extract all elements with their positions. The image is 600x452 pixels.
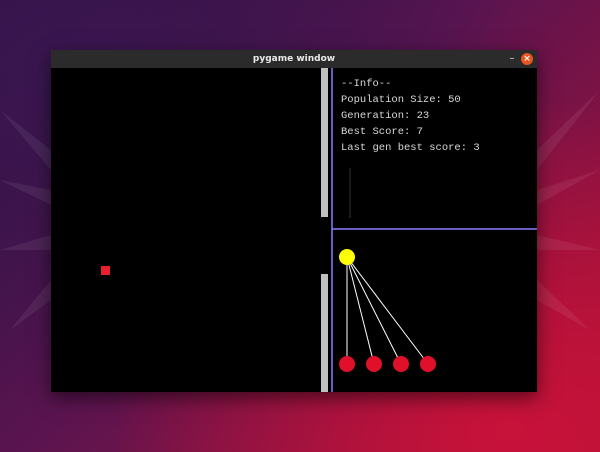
title-bar[interactable]: pygame window – ×	[51, 50, 537, 68]
input-node	[339, 249, 355, 265]
population-size-text: Population Size: 50	[341, 94, 461, 106]
info-panel: --Info-- Population Size: 50 Generation:…	[341, 76, 531, 156]
output-node	[393, 356, 409, 372]
connection-line	[346, 256, 402, 365]
info-heading: --Info--	[341, 78, 392, 90]
player-square	[101, 266, 110, 275]
pygame-window: pygame window – × --Info-- Population Si…	[51, 50, 537, 392]
best-score-text: Best Score: 7	[341, 126, 423, 138]
minimize-button[interactable]: –	[505, 52, 519, 66]
window-title: pygame window	[252, 54, 336, 64]
last-gen-best-score-text: Last gen best score: 3	[341, 142, 480, 154]
connection-line	[346, 256, 375, 365]
close-button[interactable]: ×	[521, 53, 533, 65]
output-node	[339, 356, 355, 372]
connection-line	[346, 256, 429, 365]
generation-text: Generation: 23	[341, 110, 430, 122]
output-node	[420, 356, 436, 372]
top-pipe	[321, 68, 328, 217]
output-node	[366, 356, 382, 372]
bottom-pipe	[321, 274, 328, 392]
